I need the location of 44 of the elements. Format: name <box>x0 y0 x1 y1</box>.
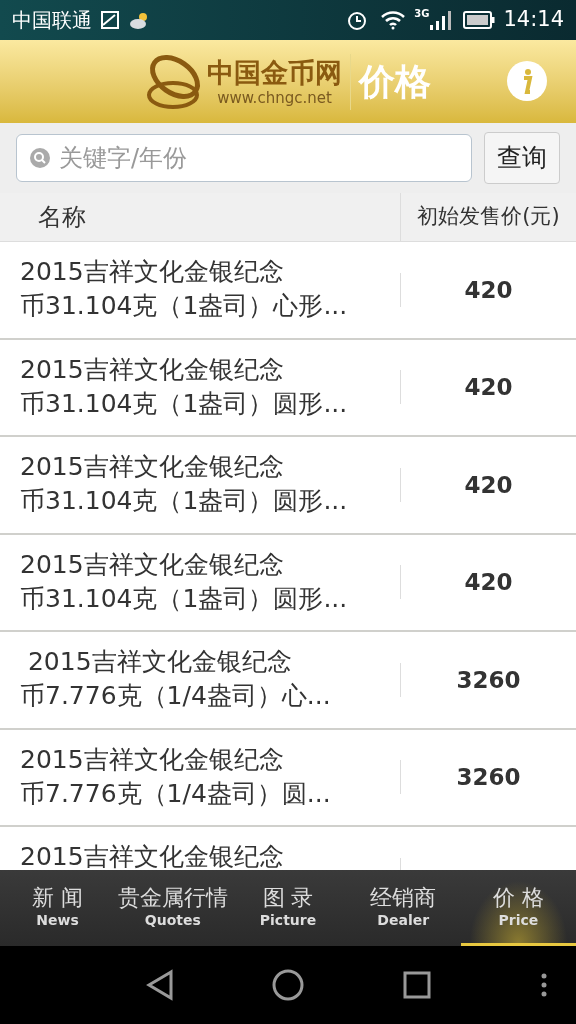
network-type: 3G <box>414 9 430 19</box>
coin-price: 3260 <box>456 666 521 693</box>
coin-price: 420 <box>464 471 513 498</box>
coin-name-line: 2015吉祥文化金银纪念 <box>20 548 284 581</box>
search-button[interactable]: 查询 <box>484 132 560 184</box>
nav-tab[interactable]: 经销商 Dealer <box>345 870 461 946</box>
logo-name: 中国金币网 <box>207 56 342 89</box>
column-header: 初始发售价(元) <box>416 203 561 231</box>
coin-name-line: 2015吉祥文化金银纪念 <box>20 353 284 386</box>
coin-price: 420 <box>464 569 513 595</box>
signal-icon <box>429 9 452 31</box>
column-header: 名称 <box>37 202 87 233</box>
back-icon[interactable] <box>145 969 175 1001</box>
coin-name-line: 币31.104克（1盎司）圆形... <box>20 387 348 420</box>
coin-name-line: 币7.776克（1/4盎司）心... <box>20 680 331 712</box>
nav-tab[interactable]: 图 录 Picture <box>230 870 346 946</box>
coin-name-line: 2015吉祥文化金银纪念 <box>20 743 284 776</box>
coin-name-line: 2015吉祥文化金银纪念 <box>20 841 284 873</box>
coin-price: 420 <box>464 374 513 400</box>
recents-icon[interactable] <box>403 971 431 999</box>
coin-name-line: 币31.104克（1盎司）心形... <box>20 290 348 322</box>
coin-name-line: 币31.104克（1盎司）圆形... <box>20 485 348 517</box>
wifi-icon <box>380 10 407 30</box>
coin-price: 3260 <box>456 764 521 790</box>
coin-price: 420 <box>464 276 513 303</box>
coin-name-line: 币7.776克（1/4盎司）圆... <box>20 777 331 810</box>
nav-tab[interactable]: 新 闻 News <box>0 870 116 946</box>
nav-tab[interactable]: 贵金属行情 Quotes <box>115 870 231 946</box>
alarm-icon <box>346 9 369 31</box>
picture-icon <box>100 10 120 30</box>
logo-url: www.chngc.net <box>217 88 332 107</box>
coin-name-line: 2015吉祥文化金银纪念 <box>26 646 292 678</box>
battery-icon <box>463 10 496 30</box>
clock-time: 14:14 <box>503 6 564 34</box>
home-icon[interactable] <box>272 969 304 1001</box>
search-field[interactable]: 关键字/年份 <box>16 134 472 182</box>
coin-name-line: 2015吉祥文化金银纪念 <box>20 256 284 288</box>
page-title: 价格 <box>359 59 431 104</box>
coin-name-line: 2015吉祥文化金银纪念 <box>20 451 284 483</box>
carrier-name: 中国联通 <box>12 7 92 34</box>
search-icon <box>29 147 51 169</box>
more-icon[interactable] <box>540 973 548 997</box>
coin-name-line: 币31.104克（1盎司）圆形... <box>20 582 348 615</box>
search-input[interactable]: 关键字/年份 <box>59 140 459 176</box>
